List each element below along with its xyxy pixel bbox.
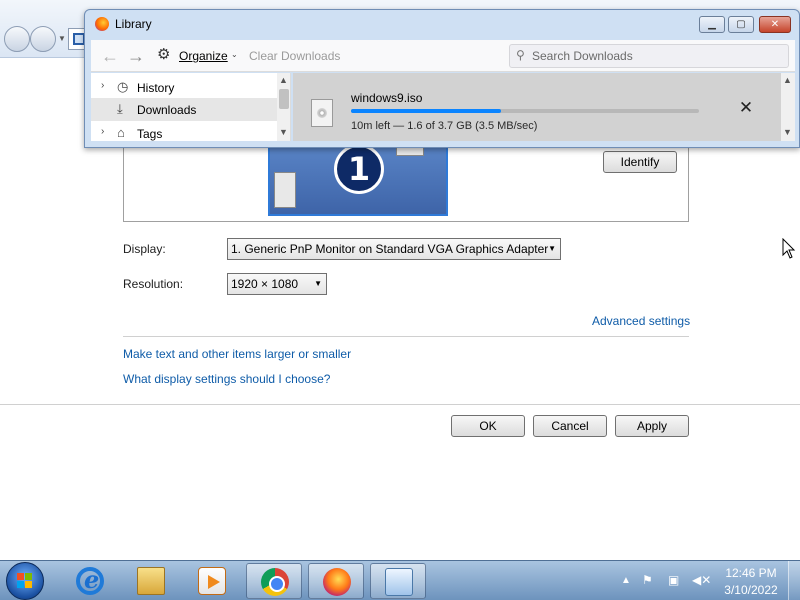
list-scrollbar[interactable]: ▲ ▼ xyxy=(781,73,795,141)
media-player-icon xyxy=(198,567,226,595)
chevron-down-icon: ▼ xyxy=(548,244,556,253)
internet-explorer-icon xyxy=(76,565,104,595)
divider xyxy=(0,404,800,405)
library-sidebar: › ◷ History ⤓ Downloads › ⌂ Tags ▲ ▼ xyxy=(91,73,291,141)
text-size-link[interactable]: Make text and other items larger or smal… xyxy=(123,347,351,361)
scroll-down-icon[interactable]: ▼ xyxy=(783,127,792,137)
disc-image-file-icon xyxy=(311,99,333,127)
taskbar-chrome[interactable] xyxy=(246,563,302,599)
download-filename: windows9.iso xyxy=(351,91,423,105)
library-toolbar: ← → ⚙ Organize ⌄ Clear Downloads ⚲ xyxy=(91,40,795,72)
library-titlebar[interactable]: Library ▁ ▢ ✕ xyxy=(85,10,799,36)
taskbar: ▲ ⚑ ▣ ◀✕ 12:46 PM 3/10/2022 xyxy=(0,560,800,600)
identify-button[interactable]: Identify xyxy=(603,151,677,173)
clock-date[interactable]: 3/10/2022 xyxy=(720,583,782,597)
downloads-list: windows9.iso 10m left — 1.6 of 3.7 GB (3… xyxy=(293,73,795,141)
scroll-down-icon[interactable]: ▼ xyxy=(279,127,288,137)
network-icon[interactable]: ▣ xyxy=(668,573,679,587)
monitor-desktop-gadget xyxy=(274,172,296,208)
tag-icon: ⌂ xyxy=(117,125,125,140)
download-progress-fill xyxy=(351,109,501,113)
chevron-down-icon: ▼ xyxy=(314,279,322,288)
ok-button[interactable]: OK xyxy=(451,415,525,437)
recent-pages-dropdown[interactable]: ▼ xyxy=(58,34,66,43)
scroll-up-icon[interactable]: ▲ xyxy=(279,75,288,85)
windows-logo-icon xyxy=(17,573,33,589)
firefox-icon xyxy=(95,17,109,31)
chevron-right-icon[interactable]: › xyxy=(101,126,104,137)
maximize-button[interactable]: ▢ xyxy=(728,16,754,33)
minimize-button[interactable]: ▁ xyxy=(699,16,725,33)
download-icon: ⤓ xyxy=(117,101,123,116)
chevron-down-icon: ⌄ xyxy=(231,50,238,59)
monitor-number-badge: 1 xyxy=(334,144,384,194)
divider xyxy=(123,336,689,337)
advanced-settings-link[interactable]: Advanced settings xyxy=(592,314,690,328)
monitor-thumbnail[interactable]: 1 xyxy=(268,140,448,216)
taskbar-windows-explorer[interactable] xyxy=(123,563,179,599)
sidebar-item-tags[interactable]: › ⌂ Tags xyxy=(91,122,277,141)
scroll-up-icon[interactable]: ▲ xyxy=(783,75,792,85)
show-hidden-icons-icon[interactable]: ▲ xyxy=(621,575,631,586)
scrollbar-thumb[interactable] xyxy=(279,89,289,109)
display-settings-help-link[interactable]: What display settings should I choose? xyxy=(123,372,330,386)
sidebar-scrollbar[interactable]: ▲ ▼ xyxy=(277,73,290,141)
close-button[interactable]: ✕ xyxy=(759,16,791,33)
cancel-download-icon[interactable]: ✕ xyxy=(737,99,755,117)
search-box[interactable]: ⚲ xyxy=(509,44,789,68)
clock-time[interactable]: 12:46 PM xyxy=(720,566,782,580)
back-arrow-icon[interactable]: ← xyxy=(101,46,119,67)
sidebar-item-label: Tags xyxy=(137,127,163,141)
sidebar-item-history[interactable]: › ◷ History xyxy=(91,76,277,99)
start-button[interactable] xyxy=(6,562,44,600)
window-title: Library xyxy=(115,17,152,31)
resolution-select[interactable]: 1920 × 1080 ▼ xyxy=(227,273,327,295)
display-label: Display: xyxy=(123,242,166,256)
gear-icon: ⚙ xyxy=(157,46,171,63)
volume-muted-icon[interactable]: ◀✕ xyxy=(692,573,711,587)
sidebar-item-downloads[interactable]: ⤓ Downloads xyxy=(91,98,277,121)
taskbar-media-player[interactable] xyxy=(184,563,240,599)
back-button[interactable] xyxy=(4,26,30,52)
clear-downloads-button[interactable]: Clear Downloads xyxy=(249,49,340,63)
organize-label: Organize xyxy=(179,49,228,63)
search-input[interactable] xyxy=(532,47,782,65)
download-progress-bar xyxy=(351,109,699,113)
download-status: 10m left — 1.6 of 3.7 GB (3.5 MB/sec) xyxy=(351,120,538,132)
apply-button[interactable]: Apply xyxy=(615,415,689,437)
chrome-icon xyxy=(261,568,289,596)
clock-icon: ◷ xyxy=(117,79,129,94)
library-window: Library ▁ ▢ ✕ ← → ⚙ Organize ⌄ Clear Dow… xyxy=(84,9,800,148)
display-select[interactable]: 1. Generic PnP Monitor on Standard VGA G… xyxy=(227,238,561,260)
resolution-label: Resolution: xyxy=(123,277,184,291)
taskbar-internet-explorer[interactable] xyxy=(62,563,118,599)
system-tray: ▲ ⚑ ▣ ◀✕ 12:46 PM 3/10/2022 xyxy=(616,561,800,600)
taskbar-control-panel[interactable] xyxy=(370,563,426,599)
sidebar-item-label: Downloads xyxy=(137,103,197,117)
firefox-icon xyxy=(323,568,351,596)
download-item[interactable]: windows9.iso 10m left — 1.6 of 3.7 GB (3… xyxy=(293,73,781,141)
resolution-select-value: 1920 × 1080 xyxy=(231,277,299,291)
forward-arrow-icon[interactable]: → xyxy=(127,46,145,67)
search-icon: ⚲ xyxy=(516,48,525,62)
control-panel-icon xyxy=(385,568,413,596)
cancel-button[interactable]: Cancel xyxy=(533,415,607,437)
mouse-pointer-icon xyxy=(782,238,796,259)
folder-icon xyxy=(137,567,165,595)
chevron-right-icon[interactable]: › xyxy=(101,80,104,91)
taskbar-firefox[interactable] xyxy=(308,563,364,599)
forward-button[interactable] xyxy=(30,26,56,52)
display-select-value: 1. Generic PnP Monitor on Standard VGA G… xyxy=(231,242,549,256)
action-center-flag-icon[interactable]: ⚑ xyxy=(642,573,653,587)
sidebar-item-label: History xyxy=(137,81,175,95)
show-desktop-button[interactable] xyxy=(788,561,800,600)
